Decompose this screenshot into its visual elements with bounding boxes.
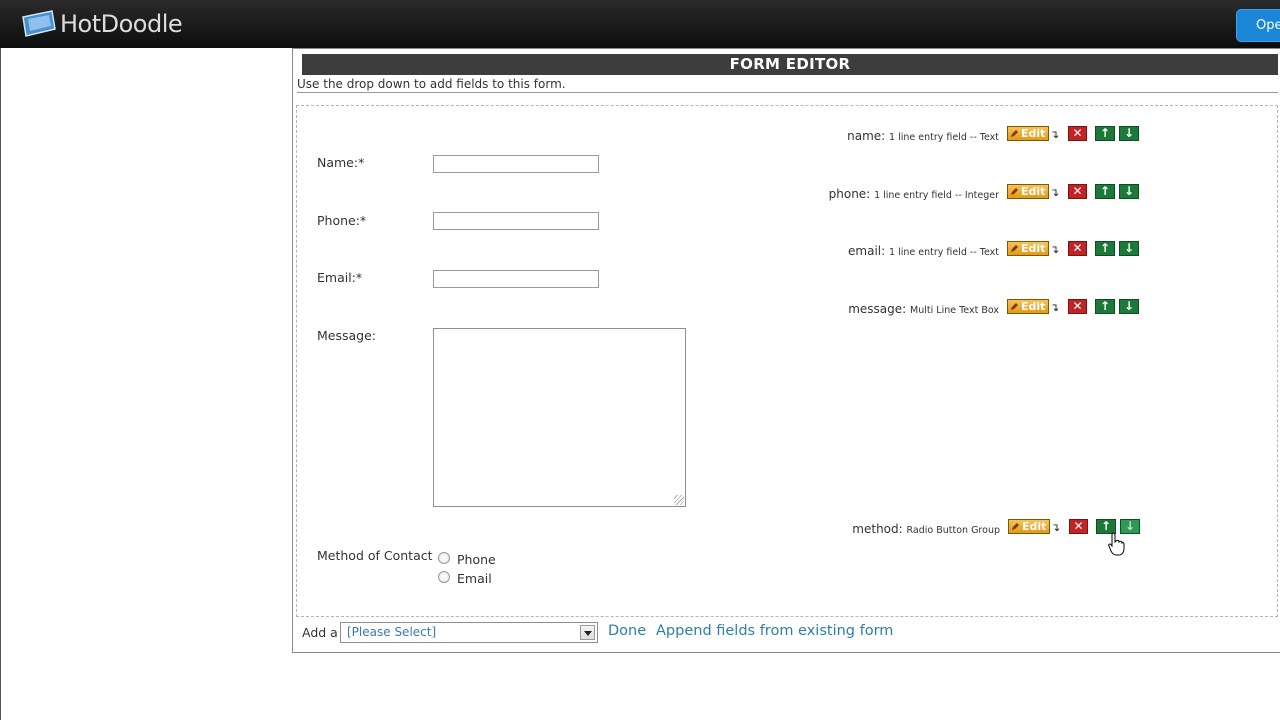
field-control-label-message: message: Multi Line Text Box — [700, 302, 999, 318]
field-type: 1 line entry field -- Text — [889, 247, 999, 258]
method-of-contact-label: Method of Contact — [317, 548, 433, 563]
field-key: message: — [848, 302, 907, 316]
email-label: Email:* — [317, 270, 363, 285]
logo[interactable]: HotDoodle — [20, 8, 183, 40]
message-textarea[interactable] — [433, 328, 686, 507]
edit-button-phone[interactable]: Edit — [1007, 184, 1049, 199]
pencil-icon — [1011, 188, 1018, 195]
resize-grip[interactable] — [674, 495, 684, 505]
arrow-down-icon: ↓ — [1123, 184, 1135, 198]
arrow-up-icon: ↑ — [1099, 299, 1111, 313]
field-control-label-email: email: 1 line entry field -- Text — [700, 244, 999, 260]
arrow-up-icon: ↑ — [1100, 519, 1112, 533]
move-down-button-email[interactable]: ↓ — [1119, 241, 1139, 256]
name-label: Name:* — [317, 155, 365, 170]
field-key: email: — [848, 244, 886, 258]
field-control-label-method: method: Radio Button Group — [700, 522, 1000, 538]
radio-phone[interactable] — [438, 552, 450, 564]
add-field-select[interactable]: [Please Select] — [340, 622, 598, 643]
close-icon: ✕ — [1073, 519, 1084, 533]
close-icon: ✕ — [1072, 241, 1083, 255]
append-fields-link[interactable]: Append fields from existing form — [656, 623, 893, 639]
top-bar: HotDoodle Ope — [0, 0, 1280, 48]
edit-dropdown-arrow-icon[interactable]: ↴ — [1050, 129, 1059, 141]
edit-button-email[interactable]: Edit — [1007, 241, 1049, 256]
field-type: Radio Button Group — [906, 525, 1000, 536]
arrow-down-icon: ↓ — [1123, 126, 1135, 140]
chevron-down-icon[interactable] — [580, 625, 595, 640]
close-icon: ✕ — [1072, 299, 1083, 313]
edit-dropdown-arrow-icon[interactable]: ↴ — [1050, 244, 1059, 256]
arrow-up-icon: ↑ — [1099, 241, 1111, 255]
pencil-icon — [1012, 523, 1019, 530]
field-key: method: — [852, 522, 903, 536]
close-icon: ✕ — [1072, 184, 1083, 198]
pencil-icon — [1011, 303, 1018, 310]
field-type: 1 line entry field -- Integer — [874, 190, 999, 201]
move-up-button-email[interactable]: ↑ — [1095, 241, 1115, 256]
left-border — [0, 48, 1, 720]
logo-text: HotDoodle — [60, 10, 183, 38]
delete-button-email[interactable]: ✕ — [1068, 241, 1087, 256]
field-control-label-name: name: 1 line entry field -- Text — [700, 129, 999, 145]
open-button[interactable]: Ope — [1236, 9, 1280, 42]
move-down-button-name[interactable]: ↓ — [1119, 126, 1139, 141]
message-label: Message: — [317, 328, 376, 343]
phone-label: Phone:* — [317, 213, 367, 228]
edit-dropdown-arrow-icon[interactable]: ↴ — [1051, 522, 1060, 534]
move-up-button-phone[interactable]: ↑ — [1095, 184, 1115, 199]
delete-button-message[interactable]: ✕ — [1068, 299, 1087, 314]
close-icon: ✕ — [1072, 126, 1083, 140]
field-key: name: — [847, 129, 886, 143]
done-link[interactable]: Done — [608, 623, 646, 639]
edit-dropdown-arrow-icon[interactable]: ↴ — [1050, 187, 1059, 199]
add-a-label: Add a — [302, 625, 338, 640]
pencil-icon — [1011, 130, 1018, 137]
delete-button-name[interactable]: ✕ — [1068, 126, 1087, 141]
move-down-button-message[interactable]: ↓ — [1119, 299, 1139, 314]
arrow-up-icon: ↑ — [1099, 126, 1111, 140]
arrow-up-icon: ↑ — [1099, 184, 1111, 198]
message-textarea-wrap — [433, 328, 686, 507]
edit-button-name[interactable]: Edit — [1007, 126, 1049, 141]
email-input[interactable] — [433, 270, 599, 288]
delete-button-method[interactable]: ✕ — [1069, 519, 1088, 534]
arrow-down-icon: ↓ — [1124, 519, 1136, 533]
add-field-select-value: [Please Select] — [347, 625, 437, 639]
radio-email[interactable] — [438, 571, 450, 583]
field-type: 1 line entry field -- Text — [889, 132, 999, 143]
field-key: phone: — [828, 187, 871, 201]
edit-dropdown-arrow-icon[interactable]: ↴ — [1050, 302, 1059, 314]
arrow-down-icon: ↓ — [1123, 241, 1135, 255]
radio-email-label: Email — [457, 571, 492, 586]
divider — [297, 92, 1278, 93]
form-editor-title: FORM EDITOR — [302, 54, 1278, 75]
edit-button-method[interactable]: Edit — [1008, 519, 1050, 534]
move-up-button-message[interactable]: ↑ — [1095, 299, 1115, 314]
phone-input[interactable] — [433, 212, 599, 230]
name-input[interactable] — [433, 155, 599, 173]
field-type: Multi Line Text Box — [910, 305, 999, 316]
field-control-label-phone: phone: 1 line entry field -- Integer — [700, 187, 999, 203]
pencil-icon — [1011, 245, 1018, 252]
edit-button-message[interactable]: Edit — [1007, 299, 1049, 314]
move-down-button-phone[interactable]: ↓ — [1119, 184, 1139, 199]
move-up-button-name[interactable]: ↑ — [1095, 126, 1115, 141]
logo-icon — [22, 10, 56, 37]
form-editor-hint: Use the drop down to add fields to this … — [297, 77, 566, 91]
arrow-down-icon: ↓ — [1123, 299, 1135, 313]
hand-cursor-icon — [1108, 532, 1125, 556]
radio-phone-label: Phone — [457, 552, 496, 567]
delete-button-phone[interactable]: ✕ — [1068, 184, 1087, 199]
